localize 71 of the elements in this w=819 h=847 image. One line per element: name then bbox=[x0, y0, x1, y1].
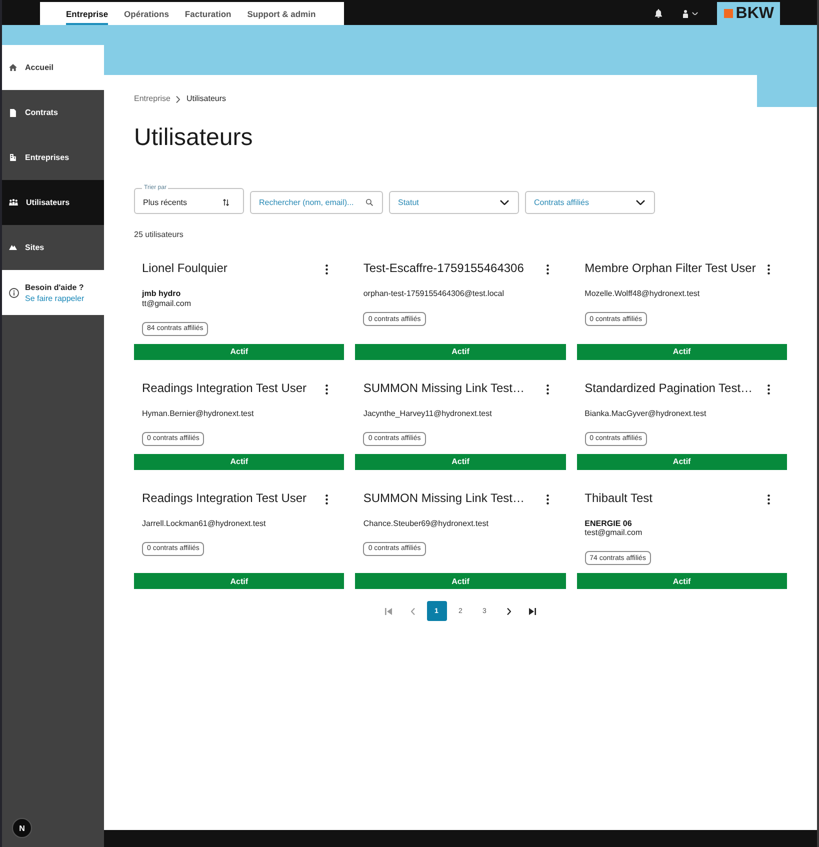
user-name[interactable]: Thibault Test bbox=[584, 488, 652, 506]
kebab-menu-icon[interactable] bbox=[767, 384, 771, 394]
kebab-menu-icon[interactable] bbox=[767, 264, 771, 275]
info-icon bbox=[9, 288, 19, 298]
user-email: test@gmail.com bbox=[584, 528, 642, 538]
breadcrumb-current: Utilisateurs bbox=[186, 94, 226, 104]
logo-text: BKW bbox=[736, 4, 774, 22]
company-name: jmb hydro bbox=[142, 289, 181, 298]
user-email: Chance.Steuber69@hydronext.test bbox=[363, 518, 488, 528]
kebab-menu-icon[interactable] bbox=[546, 264, 550, 275]
user-name[interactable]: Readings Integration Test User bbox=[142, 488, 307, 506]
kebab-menu-icon[interactable] bbox=[324, 384, 328, 394]
company-name: ENERGIE 06 bbox=[584, 518, 632, 528]
result-count: 25 utilisateurs bbox=[134, 230, 184, 240]
page-title: Utilisateurs bbox=[134, 124, 253, 152]
status-bar: Actif bbox=[134, 344, 344, 360]
breadcrumb-link[interactable]: Entreprise bbox=[134, 94, 170, 104]
user-name[interactable]: SUMMON Missing Link Test… bbox=[363, 378, 524, 396]
chevron-right-icon bbox=[176, 96, 180, 102]
document-icon bbox=[10, 108, 16, 116]
status-bar: Actif bbox=[576, 344, 787, 360]
last-page-icon[interactable] bbox=[529, 608, 536, 614]
status-bar: Actif bbox=[576, 573, 787, 589]
nav-tab[interactable]: Opérations bbox=[124, 2, 169, 25]
status-bar: Actif bbox=[134, 573, 344, 589]
kebab-menu-icon[interactable] bbox=[546, 384, 550, 394]
kebab-menu-icon[interactable] bbox=[546, 494, 550, 504]
user-email: tt@gmail.com bbox=[142, 298, 192, 308]
chevron-down-icon bbox=[636, 200, 645, 205]
sidebar-item[interactable]: Accueil bbox=[2, 45, 104, 90]
chevron-right-icon[interactable] bbox=[506, 608, 510, 614]
sidebar-item[interactable]: Utilisateurs bbox=[2, 180, 104, 225]
sort-icon bbox=[223, 199, 229, 206]
user-email: Bianka.MacGyver@hydronext.test bbox=[584, 408, 706, 418]
user-email: Jacynthe_Harvey11@hydronext.test bbox=[363, 408, 492, 418]
kebab-menu-icon[interactable] bbox=[324, 264, 328, 275]
search-field[interactable]: Rechercher (nom, email)... bbox=[250, 191, 383, 214]
bell-icon[interactable] bbox=[654, 9, 662, 18]
contracts-dropdown[interactable]: Contrats affiliés bbox=[525, 191, 655, 214]
search-icon bbox=[366, 199, 373, 206]
user-name[interactable]: Membre Orphan Filter Test User bbox=[584, 259, 756, 277]
nav-tab[interactable]: Facturation bbox=[184, 2, 232, 25]
kebab-menu-icon[interactable] bbox=[324, 494, 328, 504]
kebab-menu-icon[interactable] bbox=[767, 494, 771, 504]
people-icon bbox=[9, 199, 18, 206]
help-title: Besoin d'aide ? bbox=[25, 282, 84, 292]
status-bar: Actif bbox=[576, 454, 787, 470]
user-email: Hyman.Bernier@hydronext.test bbox=[142, 408, 254, 418]
user-name[interactable]: Lionel Foulquier bbox=[142, 259, 228, 277]
building-icon bbox=[9, 154, 17, 161]
status-bar: Actif bbox=[355, 573, 566, 589]
status-bar: Actif bbox=[355, 454, 566, 470]
user-email: Jarrell.Lockman61@hydronext.test bbox=[142, 518, 266, 528]
user-name[interactable]: Standardized Pagination Test… bbox=[584, 378, 753, 396]
chevron-down-icon bbox=[500, 200, 509, 205]
mountain-icon bbox=[9, 244, 17, 251]
home-icon bbox=[9, 64, 17, 71]
status-dropdown[interactable]: Statut bbox=[389, 191, 519, 214]
user-email: orphan-test-1759155464306@test.local bbox=[363, 289, 504, 299]
user-name[interactable]: SUMMON Missing Link Test… bbox=[363, 488, 524, 506]
status-bar: Actif bbox=[355, 344, 566, 360]
nav-tab[interactable]: Support & admin bbox=[247, 2, 316, 25]
callback-link[interactable]: Se faire rappeler bbox=[25, 292, 84, 304]
dev-tools-badge[interactable]: N bbox=[12, 818, 32, 838]
user-name[interactable]: Readings Integration Test User bbox=[142, 378, 307, 396]
chevron-down-icon[interactable] bbox=[692, 12, 698, 16]
square-icon bbox=[724, 9, 733, 18]
user-email: Mozelle.Wolff48@hydronext.test bbox=[584, 289, 700, 299]
status-bar: Actif bbox=[134, 454, 344, 470]
user-icon[interactable] bbox=[682, 10, 688, 18]
user-name[interactable]: Test-Escaffre-1759155464306 bbox=[363, 259, 524, 277]
